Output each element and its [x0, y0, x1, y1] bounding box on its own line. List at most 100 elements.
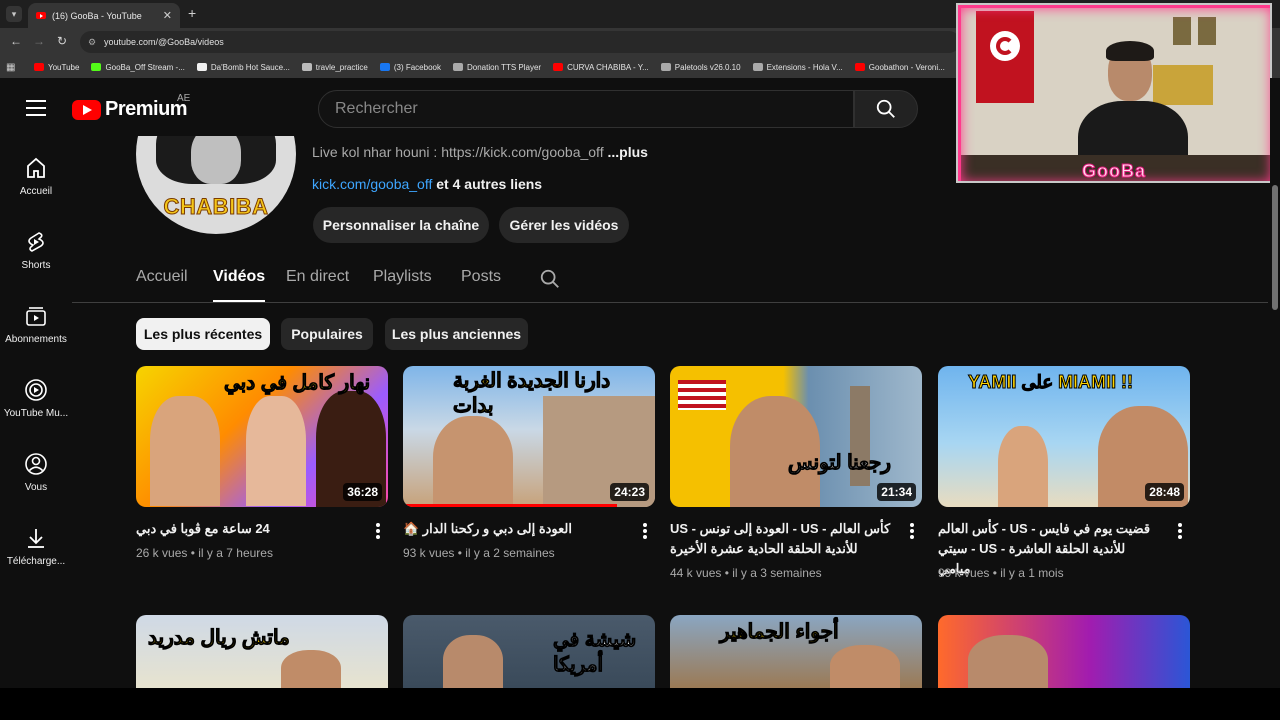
- video-views: 93 k vues: [403, 546, 455, 560]
- channel-links[interactable]: kick.com/gooba_off et 4 autres liens: [312, 176, 542, 192]
- scrollbar-thumb[interactable]: [1272, 185, 1278, 310]
- apps-grid-icon[interactable]: ▦: [6, 62, 20, 73]
- bookmark-label: travle_practice: [315, 62, 368, 72]
- channel-avatar[interactable]: CHABIBA: [136, 136, 296, 234]
- video-card[interactable]: أجواء الجماهير: [670, 615, 922, 688]
- rail-label: Télécharge...: [6, 556, 66, 567]
- video-thumbnail[interactable]: ماتش ريال مدريد: [136, 615, 388, 688]
- video-card[interactable]: YAMII على MIAMII !! 28:48 قضيت يوم في فا…: [938, 366, 1190, 580]
- bookmark-favicon-icon: [91, 63, 102, 71]
- video-card[interactable]: رجعنا لتونس 21:34 US - العودة إلى تونس -…: [670, 366, 922, 580]
- subscriptions-icon: [26, 307, 46, 326]
- chip-popular[interactable]: Populaires: [281, 318, 373, 350]
- chip-oldest[interactable]: Les plus anciennes: [385, 318, 528, 350]
- video-title[interactable]: 24 ساعة مع ڤوبا في دبي: [136, 519, 358, 539]
- video-card[interactable]: دارنا الجديدة الغربة بدات 24:23 العودة إ…: [403, 366, 655, 560]
- rail-item-youtube-music[interactable]: YouTube Mu...: [0, 378, 72, 419]
- tab-live[interactable]: En direct: [286, 268, 349, 286]
- rail-item-downloads[interactable]: Télécharge...: [0, 526, 72, 567]
- bookmark-item[interactable]: GooBa_Off Stream -...: [91, 63, 185, 72]
- thumb-title-text: YAMII على MIAMII !!: [967, 372, 1134, 393]
- video-thumbnail[interactable]: نهار كامل في دبي 36:28: [136, 366, 388, 507]
- bookmark-item[interactable]: Da'Bomb Hot Sauce...: [196, 62, 290, 72]
- tab-posts[interactable]: Posts: [461, 268, 501, 286]
- thumb-figure: [246, 396, 306, 506]
- rail-item-subscriptions[interactable]: Abonnements: [0, 304, 72, 345]
- country-code: AE: [177, 93, 191, 104]
- video-card[interactable]: نهار كامل في دبي 36:28 24 ساعة مع ڤوبا ف…: [136, 366, 388, 560]
- menu-icon[interactable]: [26, 100, 46, 116]
- search-input[interactable]: Rechercher: [318, 90, 854, 128]
- avatar-text: CHABIBA: [163, 194, 269, 220]
- video-views: 26 k vues: [136, 546, 188, 560]
- video-card[interactable]: [938, 615, 1190, 688]
- bookmark-item[interactable]: CURVA CHABIBA - Y...: [553, 63, 649, 72]
- tab-close-icon[interactable]: ✕: [163, 9, 172, 22]
- manage-videos-button[interactable]: Gérer les vidéos: [499, 207, 629, 243]
- more-actions-icon[interactable]: [1178, 523, 1182, 539]
- video-card[interactable]: شيشة في أمريكا: [403, 615, 655, 688]
- more-links-label[interactable]: et 4 autres liens: [436, 176, 542, 192]
- video-thumbnail[interactable]: رجعنا لتونس 21:34: [670, 366, 922, 507]
- tab-search-icon[interactable]: ▾: [6, 6, 22, 22]
- more-actions-icon[interactable]: [376, 523, 380, 539]
- bookmark-favicon-icon: [752, 63, 763, 71]
- video-thumbnail[interactable]: [938, 615, 1190, 688]
- avatar-image: CHABIBA: [136, 136, 296, 234]
- rail-item-shorts[interactable]: Shorts: [0, 230, 72, 271]
- channel-description[interactable]: Live kol nhar houni : https://kick.com/g…: [312, 144, 648, 160]
- back-arrow-icon[interactable]: ←: [10, 34, 22, 48]
- customize-channel-button[interactable]: Personnaliser la chaîne: [313, 207, 489, 243]
- video-thumbnail[interactable]: شيشة في أمريكا: [403, 615, 655, 688]
- video-thumbnail[interactable]: YAMII على MIAMII !! 28:48: [938, 366, 1190, 507]
- channel-search-icon[interactable]: [539, 268, 561, 290]
- bookmark-item[interactable]: Donation TTS Player: [452, 63, 541, 72]
- you-icon: [25, 453, 47, 475]
- bookmark-item[interactable]: travle_practice: [301, 62, 368, 72]
- bookmark-item[interactable]: Paletools v26.0.10: [660, 62, 741, 72]
- search-icon: [876, 99, 895, 118]
- bookmark-item[interactable]: Extensions - Hola V...: [752, 63, 843, 72]
- rail-item-you[interactable]: Vous: [0, 452, 72, 493]
- more-actions-icon[interactable]: [910, 523, 914, 539]
- bookmark-item[interactable]: YouTube: [34, 63, 79, 72]
- new-tab-icon[interactable]: +: [188, 5, 196, 21]
- tab-videos[interactable]: Vidéos: [213, 268, 266, 302]
- bookmark-label: Da'Bomb Hot Sauce...: [210, 62, 290, 72]
- video-age: il y a 2 semaines: [465, 546, 555, 560]
- bookmark-favicon-icon: [34, 63, 44, 71]
- bookmark-favicon-icon: [301, 63, 312, 71]
- youtube-music-icon: [25, 379, 47, 401]
- bookmark-favicon-icon: [854, 63, 865, 71]
- thumb-figure: [830, 645, 900, 688]
- search-button[interactable]: [854, 90, 918, 128]
- scrollbar-track[interactable]: [1270, 78, 1280, 688]
- tab-playlists[interactable]: Playlists: [373, 268, 432, 286]
- more-actions-icon[interactable]: [643, 523, 647, 539]
- youtube-premium-logo[interactable]: Premium: [72, 98, 188, 121]
- forward-arrow-icon[interactable]: →: [33, 34, 45, 48]
- video-age: il y a 1 mois: [1000, 566, 1064, 580]
- bookmark-label: YouTube: [48, 62, 80, 72]
- video-thumbnail[interactable]: دارنا الجديدة الغربة بدات 24:23: [403, 366, 655, 507]
- thumb-title-text: ماتش ريال مدريد: [148, 627, 291, 650]
- video-card[interactable]: ماتش ريال مدريد: [136, 615, 388, 688]
- reload-icon[interactable]: ↻: [57, 34, 67, 48]
- more-link[interactable]: ...plus: [607, 144, 647, 160]
- url-input[interactable]: ⚙ youtube.com/@GooBa/videos: [80, 31, 960, 53]
- rail-item-home[interactable]: Accueil: [0, 156, 72, 197]
- bookmark-label: Paletools v26.0.10: [674, 62, 741, 72]
- chip-latest[interactable]: Les plus récentes: [136, 318, 270, 350]
- tab-home[interactable]: Accueil: [136, 268, 188, 286]
- rail-label: Abonnements: [5, 334, 67, 345]
- kick-link[interactable]: kick.com/gooba_off: [312, 176, 432, 192]
- video-title[interactable]: US - العودة إلى تونس - US - كأس العالم ل…: [670, 519, 892, 559]
- rail-label: YouTube Mu...: [3, 408, 69, 419]
- video-title[interactable]: العودة إلى دبي و ركحنا الدار 🏠: [403, 519, 625, 539]
- site-info-icon[interactable]: ⚙: [88, 37, 98, 47]
- browser-tab[interactable]: (16) GooBa - YouTube ✕: [28, 3, 180, 28]
- bookmark-item[interactable]: (3) Facebook: [379, 63, 441, 72]
- bookmark-item[interactable]: Goobathon - Veroni...: [854, 63, 945, 72]
- video-thumbnail[interactable]: أجواء الجماهير: [670, 615, 922, 688]
- streamer-webcam-overlay: GooBa: [956, 3, 1272, 183]
